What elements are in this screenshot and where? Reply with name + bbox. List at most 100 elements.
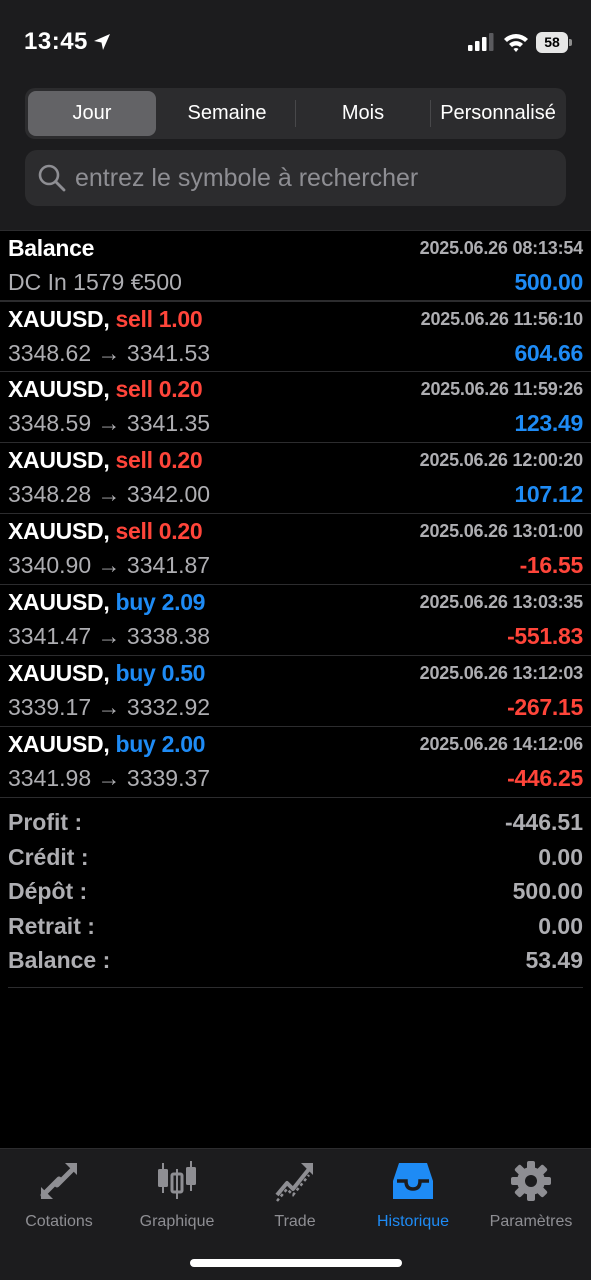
trade-open-price: 3339.17 bbox=[8, 694, 92, 720]
trade-side-text: buy bbox=[115, 731, 156, 757]
trade-side-text: sell bbox=[115, 447, 153, 473]
tab-historique[interactable]: Historique bbox=[354, 1159, 472, 1239]
trade-side-text: sell bbox=[115, 306, 153, 332]
trade-prices: 3348.28 → 3342.00 bbox=[8, 481, 210, 508]
trade-profit: -16.55 bbox=[519, 552, 584, 578]
candlestick-chart-icon bbox=[158, 1161, 196, 1199]
trade-symbol-text: XAUUSD, bbox=[8, 376, 110, 402]
summary-label: Retrait : bbox=[8, 912, 95, 939]
battery-tip bbox=[569, 39, 572, 46]
tab-personnalise[interactable]: Personnalisé bbox=[432, 91, 564, 136]
tab-cotations[interactable]: Cotations bbox=[0, 1159, 118, 1239]
header-panel: 13:45 58 Jour Semaine Mois Personnalisé bbox=[0, 0, 591, 230]
balance-row[interactable]: Balance 2025.06.26 08:13:54 DC In 1579 €… bbox=[0, 230, 591, 301]
trade-open-price: 3348.62 bbox=[8, 340, 92, 366]
battery-level: 58 bbox=[536, 32, 568, 53]
trade-symbol-text: XAUUSD, bbox=[8, 447, 110, 473]
tab-trade[interactable]: Trade bbox=[236, 1159, 354, 1239]
trade-close-price: 3339.37 bbox=[126, 765, 211, 791]
tab-graphique[interactable]: Graphique bbox=[118, 1159, 236, 1239]
trade-date: 2025.06.26 14:12:06 bbox=[419, 734, 584, 754]
tab-parametres[interactable]: Paramètres bbox=[472, 1159, 590, 1239]
arrow-right-icon: → bbox=[97, 410, 121, 436]
trade-open-price: 3341.47 bbox=[8, 623, 92, 649]
trade-open-price: 3341.98 bbox=[8, 765, 92, 791]
trade-side: buy 0.50 bbox=[116, 660, 206, 686]
trade-symbol: XAUUSD, buy 2.00 bbox=[8, 731, 205, 758]
period-segmented-control: Jour Semaine Mois Personnalisé bbox=[25, 88, 566, 139]
balance-amount: 500.00 bbox=[514, 269, 583, 295]
trade-date: 2025.06.26 11:56:10 bbox=[420, 309, 584, 329]
trade-side: sell 0.20 bbox=[116, 518, 203, 544]
status-bar: 13:45 58 bbox=[0, 0, 591, 88]
tab-jour[interactable]: Jour bbox=[28, 91, 156, 136]
trade-symbol-text: XAUUSD, bbox=[8, 589, 110, 615]
trade-side-text: buy bbox=[115, 660, 156, 686]
trade-close-price: 3341.87 bbox=[126, 552, 211, 578]
search-input[interactable] bbox=[75, 158, 555, 198]
trade-row[interactable]: XAUUSD, sell 1.00 2025.06.26 11:56:10 3348… bbox=[0, 301, 591, 372]
balance-date: 2025.06.26 08:13:54 bbox=[419, 238, 584, 258]
search-bar[interactable] bbox=[25, 150, 566, 206]
summary-label: Profit : bbox=[8, 809, 83, 835]
trade-volume: 0.20 bbox=[158, 447, 203, 473]
summary-label: Crédit : bbox=[8, 843, 89, 870]
trade-volume: 0.20 bbox=[158, 376, 203, 402]
trade-open-price: 3340.90 bbox=[8, 552, 92, 578]
trade-row[interactable]: XAUUSD, sell 0.20 2025.06.26 13:01:00 3340… bbox=[0, 514, 591, 585]
trade-symbol: XAUUSD, sell 0.20 bbox=[8, 376, 203, 403]
trade-profit: -446.25 bbox=[507, 765, 583, 791]
trade-open-price: 3348.59 bbox=[8, 410, 92, 436]
trade-row[interactable]: XAUUSD, sell 0.20 2025.06.26 11:59:26 3348… bbox=[0, 372, 591, 443]
trade-close-price: 3332.92 bbox=[126, 694, 211, 720]
cellular-signal-icon bbox=[468, 33, 494, 51]
battery-indicator: 58 bbox=[536, 32, 572, 53]
trade-side-text: sell bbox=[115, 376, 153, 402]
status-time: 13:45 bbox=[24, 28, 88, 55]
tab-mois[interactable]: Mois bbox=[297, 91, 429, 136]
trade-prices: 3341.47 → 3338.38 bbox=[8, 623, 210, 650]
quotes-arrows-icon bbox=[40, 1163, 77, 1199]
home-indicator[interactable] bbox=[190, 1259, 402, 1267]
summary-label: Balance : bbox=[8, 947, 111, 973]
segment-divider bbox=[430, 100, 431, 127]
trade-close-price: 3341.35 bbox=[126, 410, 211, 436]
location-arrow-icon bbox=[94, 34, 110, 50]
trade-volume: 1.00 bbox=[158, 306, 203, 332]
trade-row[interactable]: XAUUSD, buy 2.00 2025.06.26 14:12:06 3341.… bbox=[0, 727, 591, 798]
arrow-right-icon: → bbox=[97, 623, 121, 649]
trade-prices: 3340.90 → 3341.87 bbox=[8, 552, 210, 579]
trade-date: 2025.06.26 11:59:26 bbox=[420, 379, 584, 399]
trade-symbol-text: XAUUSD, bbox=[8, 731, 110, 757]
trade-profit: -551.83 bbox=[507, 623, 583, 649]
balance-title: Balance bbox=[8, 235, 95, 261]
summary-value: 500.00 bbox=[512, 878, 583, 904]
trade-date: 2025.06.26 13:12:03 bbox=[419, 663, 584, 683]
trade-close-price: 3342.00 bbox=[126, 481, 211, 507]
tab-semaine[interactable]: Semaine bbox=[161, 91, 293, 136]
summary-row: Retrait : 0.00 bbox=[8, 910, 583, 945]
trade-side: sell 0.20 bbox=[116, 447, 203, 473]
trade-side: sell 0.20 bbox=[116, 376, 203, 402]
trade-row[interactable]: XAUUSD, sell 0.20 2025.06.26 12:00:20 3348… bbox=[0, 443, 591, 514]
trade-row[interactable]: XAUUSD, buy 2.09 2025.06.26 13:03:35 3341.… bbox=[0, 585, 591, 656]
trade-profit: 123.49 bbox=[514, 410, 583, 436]
trade-side: buy 2.00 bbox=[116, 731, 206, 757]
gear-icon bbox=[511, 1161, 551, 1201]
trade-symbol-text: XAUUSD, bbox=[8, 660, 110, 686]
search-icon bbox=[38, 164, 66, 192]
trade-prices: 3339.17 → 3332.92 bbox=[8, 694, 210, 721]
arrow-right-icon: → bbox=[97, 481, 121, 507]
trade-date: 2025.06.26 13:03:35 bbox=[419, 592, 584, 612]
summary-row: Balance : 53.49 bbox=[8, 944, 583, 979]
trade-prices: 3348.62 → 3341.53 bbox=[8, 340, 210, 367]
trade-row[interactable]: XAUUSD, buy 0.50 2025.06.26 13:12:03 3339.… bbox=[0, 656, 591, 727]
tab-label: Paramètres bbox=[489, 1213, 573, 1230]
trade-symbol: XAUUSD, sell 0.20 bbox=[8, 518, 203, 545]
summary-row: Crédit : 0.00 bbox=[8, 841, 583, 876]
summary-value: 0.00 bbox=[538, 912, 583, 939]
summary-panel: Profit : -446.51 Crédit : 0.00 Dépôt : 500.00… bbox=[8, 806, 583, 988]
arrow-right-icon: → bbox=[97, 552, 121, 578]
trade-side: buy 2.09 bbox=[116, 589, 206, 615]
summary-value: 53.49 bbox=[525, 947, 583, 973]
